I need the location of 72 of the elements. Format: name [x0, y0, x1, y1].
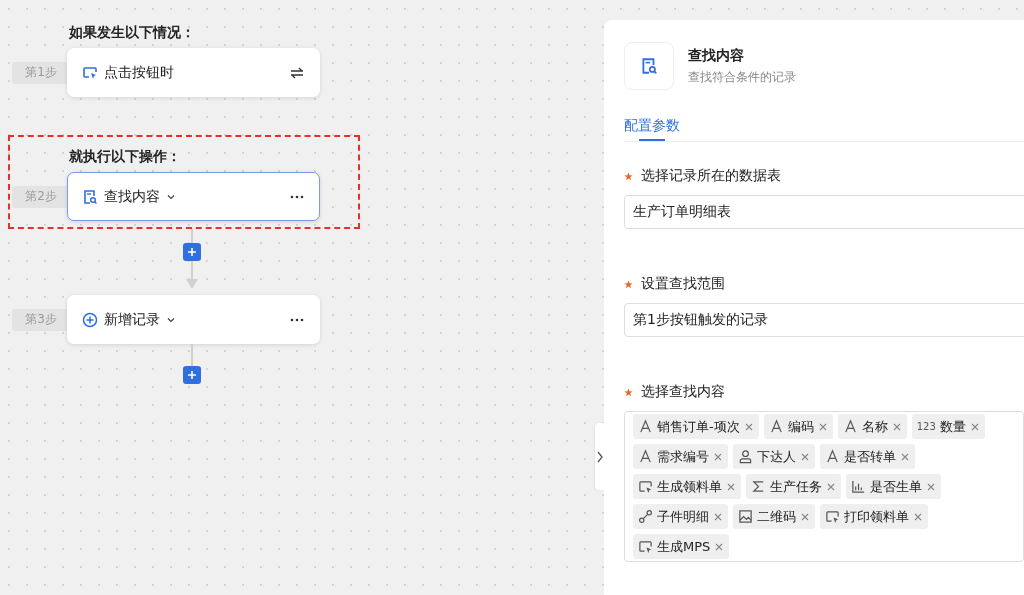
- field-label: 选择查找内容: [641, 383, 725, 401]
- text-type-icon: [638, 419, 653, 434]
- remove-icon[interactable]: [891, 421, 902, 432]
- tag-label: 二维码: [757, 507, 796, 526]
- tag-label: 生成领料单: [657, 477, 722, 496]
- tag-label: 是否转单: [844, 447, 896, 466]
- cursor-icon: [82, 64, 98, 81]
- text-type-icon: [825, 449, 840, 464]
- number-type-label: 123: [916, 421, 936, 432]
- image-icon: [738, 509, 753, 524]
- field-label: 设置查找范围: [641, 275, 725, 293]
- text-type-icon: [768, 419, 784, 434]
- step-card[interactable]: 查找内容: [67, 172, 320, 221]
- tag-label: 编码: [787, 417, 814, 436]
- cursor-icon: [638, 479, 653, 494]
- remove-icon[interactable]: [817, 421, 828, 432]
- remove-icon[interactable]: [826, 481, 836, 492]
- remove-icon[interactable]: [926, 481, 936, 492]
- add-step-button[interactable]: [182, 243, 201, 261]
- field-label: 选择记录所在的数据表: [641, 167, 781, 185]
- document-search-icon: [82, 188, 98, 205]
- section-heading: 如果发生以下情况：: [69, 24, 196, 42]
- panel-subtitle: 查找符合条件的记录: [688, 68, 796, 86]
- tag-select-field[interactable]: 销售订单-项次 编码 名称 123 数量 需求编号 下达人 是否转单 生成领料单 生产任务 是否生单 子件明细 二维码 打印领料单 生成MPS: [624, 411, 1024, 562]
- tab[interactable]: 配置参数: [624, 116, 680, 141]
- add-step-button[interactable]: [182, 366, 201, 384]
- remove-icon[interactable]: [714, 541, 725, 552]
- document-search-icon: [640, 57, 658, 75]
- tag-label: 名称: [861, 417, 888, 436]
- step-label: 第2步: [12, 185, 70, 208]
- cursor-icon: [825, 509, 840, 524]
- cursor-icon: [638, 539, 653, 554]
- remove-icon[interactable]: [800, 451, 810, 462]
- step-label: 第1步: [12, 61, 70, 84]
- remove-icon[interactable]: [743, 421, 754, 432]
- tag-label: 打印领料单: [844, 507, 909, 526]
- connector-arrow: [184, 261, 199, 291]
- step-title: 点击按钮时: [104, 63, 174, 82]
- remove-icon[interactable]: [969, 421, 980, 432]
- select-field[interactable]: 第1步按钮触发的记录: [624, 303, 1024, 337]
- link-nodes-icon: [638, 509, 653, 524]
- tag-label: 是否生单: [870, 477, 922, 496]
- panel-title: 查找内容: [688, 46, 745, 65]
- step-title: 新增记录: [104, 310, 160, 329]
- tag-label: 下达人: [757, 447, 796, 466]
- add-circle-icon: [82, 311, 98, 328]
- remove-icon[interactable]: [726, 481, 736, 492]
- remove-icon[interactable]: [913, 511, 923, 522]
- step-label: 第3步: [12, 308, 70, 331]
- remove-icon[interactable]: [800, 511, 810, 522]
- remove-icon[interactable]: [713, 451, 723, 462]
- step-title: 查找内容: [104, 187, 160, 206]
- collapse-handle[interactable]: [595, 423, 605, 490]
- plus-icon: [186, 247, 197, 257]
- tag-label: 销售订单-项次: [657, 417, 740, 436]
- text-type-icon: [638, 449, 653, 464]
- step-card[interactable]: 新增记录: [67, 295, 320, 344]
- tag-label: 数量: [939, 417, 966, 436]
- sigma-icon: [751, 479, 766, 494]
- tag-label: 需求编号: [657, 447, 709, 466]
- tag-label: 生产任务: [770, 477, 822, 496]
- section-heading: 就执行以下操作：: [69, 148, 182, 166]
- text-type-icon: [842, 419, 858, 434]
- tag-label: 生成MPS: [657, 537, 711, 556]
- step-card[interactable]: 点击按钮时: [67, 48, 320, 97]
- remove-icon[interactable]: [900, 451, 910, 462]
- remove-icon[interactable]: [713, 511, 723, 522]
- plus-icon: [186, 370, 197, 380]
- person-icon: [738, 449, 753, 464]
- tag-label: 子件明细: [657, 507, 709, 526]
- select-field[interactable]: 生产订单明细表: [624, 195, 1024, 229]
- bar-chart-icon: [851, 479, 866, 494]
